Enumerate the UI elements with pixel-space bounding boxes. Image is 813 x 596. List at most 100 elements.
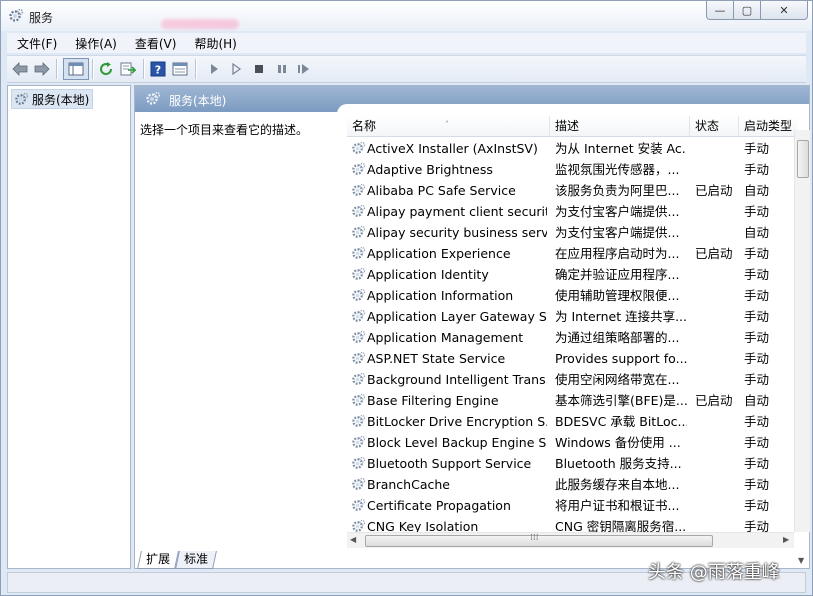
tree-node-services-local[interactable]: 服务(本地) (11, 89, 94, 109)
service-row[interactable]: Application Information 使用辅助管理权限便... 手动 (347, 285, 797, 306)
service-status: 已启动 (695, 393, 733, 408)
column-header-status[interactable]: 状态 (690, 116, 739, 136)
menu-help[interactable]: 帮助(H) (184, 35, 244, 52)
service-name: Alipay security business servi... (367, 225, 547, 240)
services-list: 名称 ˄ 描述 状态 启动类型 ActiveX Installer (AxIns… (347, 116, 809, 548)
watermark-text: 头条 @雨落重峰 (648, 562, 780, 583)
service-row[interactable]: Application Layer Gateway S... 为 Internet… (347, 306, 797, 327)
services-gear-icon (9, 8, 24, 22)
help-button[interactable]: ? (149, 60, 167, 78)
service-row[interactable]: Application Management 为通过组策略部署的... 手动 (347, 327, 797, 348)
title-bar[interactable]: 服务 — ▢ ✕ (1, 1, 812, 31)
service-gear-icon (351, 204, 366, 219)
menu-view[interactable]: 查看(V) (125, 35, 185, 52)
properties-button[interactable] (171, 60, 189, 78)
restart-service-button[interactable] (295, 60, 313, 78)
toolbar-separator (143, 59, 145, 79)
service-gear-icon (351, 183, 366, 198)
service-row[interactable]: Background Intelligent Trans... 使用空闲网络带宽在… (347, 369, 797, 390)
close-button[interactable]: ✕ (761, 1, 808, 20)
forward-button[interactable] (33, 60, 51, 78)
pause-service-button[interactable] (273, 60, 291, 78)
service-description: 将用户证书和根证书... (555, 498, 680, 513)
service-row[interactable]: Application Experience 在应用程序启动时为... 已启动 手动 (347, 243, 797, 264)
service-startup-type: 手动 (744, 414, 770, 429)
service-description: 监视氛围光传感器，... (555, 162, 680, 177)
service-name: Background Intelligent Trans... (367, 372, 547, 387)
services-gear-icon (146, 91, 161, 105)
tab-standard[interactable]: 标准 (175, 551, 217, 569)
menu-file[interactable]: 文件(F) (7, 35, 65, 52)
tab-extended[interactable]: 扩展 (137, 551, 179, 569)
service-startup-type: 手动 (744, 435, 770, 450)
service-name: Base Filtering Engine (367, 393, 499, 408)
service-row[interactable]: Adaptive Brightness 监视氛围光传感器，... 手动 (347, 159, 797, 180)
menu-action[interactable]: 操作(A) (65, 35, 125, 52)
description-prompt: 选择一个项目来查看它的描述。 (140, 123, 309, 137)
details-header-title: 服务(本地) (169, 94, 227, 108)
service-description: 为支付宝客户端提供... (555, 225, 680, 240)
service-row[interactable]: Base Filtering Engine 基本筛选引擎(BFE)是... 已启动自… (347, 390, 797, 411)
vertical-scroll-thumb[interactable] (797, 140, 809, 178)
service-row[interactable]: Alipay payment client securit... 为支付宝客户端提… (347, 201, 797, 222)
service-row[interactable]: Bluetooth Support Service Bluetooth 服务支持.… (347, 453, 797, 474)
service-row[interactable]: ActiveX Installer (AxInstSV) 为从 Internet … (347, 138, 797, 159)
horizontal-scroll-thumb[interactable]: ⁞⁞⁞ (365, 533, 713, 547)
toolbar: ? (7, 55, 806, 83)
stop-service-icon (255, 65, 263, 73)
start-service-alt-icon (232, 63, 242, 75)
service-row[interactable]: Certificate Propagation 将用户证书和根证书... 手动 (347, 495, 797, 516)
column-header-name[interactable]: 名称 ˄ (347, 116, 550, 136)
column-header-startup-type[interactable]: 启动类型 (739, 116, 799, 136)
service-row[interactable]: Alipay security business servi... 为支付宝客户端… (347, 222, 797, 243)
service-startup-type: 手动 (744, 477, 770, 492)
show-console-tree-button[interactable] (63, 58, 89, 80)
service-row[interactable]: Alibaba PC Safe Service 该服务负责为阿里巴... 已启动 自动 (347, 180, 797, 201)
service-description: 此服务缓存来自本地... (555, 477, 680, 492)
service-description: Provides support fo... (555, 351, 687, 366)
refresh-button[interactable] (97, 60, 115, 78)
column-header-description[interactable]: 描述 (550, 116, 690, 136)
service-name: Application Management (367, 330, 524, 345)
service-startup-type: 手动 (744, 330, 770, 345)
service-status (695, 159, 739, 180)
column-name-label: 名称 (352, 119, 377, 133)
vertical-scrollbar[interactable]: ▼ (794, 130, 810, 565)
service-startup-type: 手动 (744, 351, 770, 366)
start-service-icon (211, 64, 218, 74)
service-startup-type: 手动 (744, 498, 770, 513)
service-status (695, 264, 739, 285)
start-service-button[interactable] (205, 60, 223, 78)
service-description: BDESVC 承载 BitLoc... (555, 414, 687, 429)
stop-service-button[interactable] (250, 60, 268, 78)
service-gear-icon (351, 498, 366, 513)
service-description: 使用空闲网络带宽在... (555, 372, 680, 387)
toolbar-separator (92, 59, 94, 79)
service-row[interactable]: Application Identity 确定并验证应用程序... 手动 (347, 264, 797, 285)
svg-text:?: ? (155, 64, 161, 77)
service-description: 为从 Internet 安装 Ac... (555, 141, 687, 156)
service-gear-icon (351, 456, 366, 471)
service-row[interactable]: Block Level Backup Engine S... Windows 备份… (347, 432, 797, 453)
export-list-button[interactable] (119, 60, 137, 78)
minimize-button[interactable]: — (706, 1, 734, 20)
service-description: 在应用程序启动时为... (555, 246, 680, 261)
scroll-left-icon[interactable]: ◀ (350, 535, 356, 544)
console-tree-icon (68, 62, 84, 76)
maximize-button[interactable]: ▢ (734, 1, 761, 20)
scroll-right-icon[interactable]: ▶ (783, 535, 789, 544)
caption-buttons: — ▢ ✕ (706, 1, 808, 21)
service-row[interactable]: BitLocker Drive Encryption S... BDESVC 承载… (347, 411, 797, 432)
service-row[interactable]: BranchCache 此服务缓存来自本地... 手动 (347, 474, 797, 495)
service-row[interactable]: ASP.NET State Service Provides support fo… (347, 348, 797, 369)
service-description: Windows 备份使用 ... (555, 435, 681, 450)
services-gear-icon (15, 92, 29, 105)
service-gear-icon (351, 162, 366, 177)
scroll-grip-icon: ⁞⁞⁞ (530, 533, 539, 543)
service-startup-type: 自动 (744, 183, 770, 198)
service-status: 已启动 (695, 246, 733, 261)
back-button[interactable] (11, 60, 29, 78)
service-status (695, 495, 739, 516)
horizontal-scrollbar[interactable]: ◀ ⁞⁞⁞ ▶ (347, 532, 794, 548)
start-service-alt-button[interactable] (227, 60, 245, 78)
